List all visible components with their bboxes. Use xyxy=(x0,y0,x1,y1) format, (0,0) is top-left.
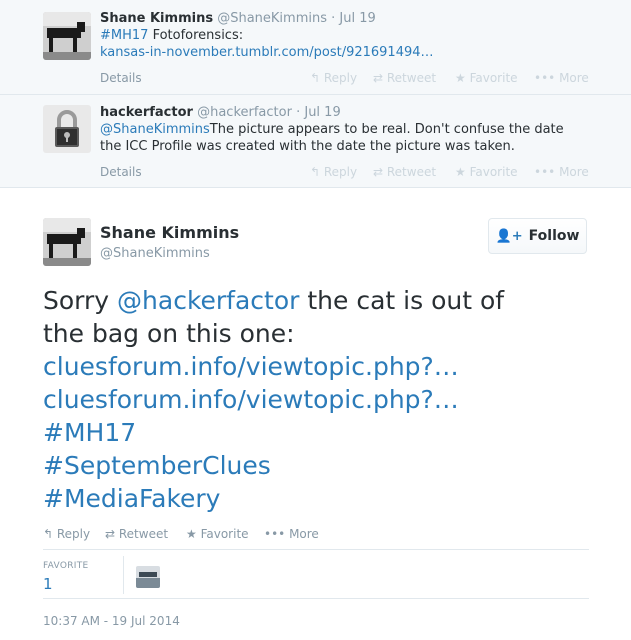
favoriter-avatar[interactable] xyxy=(136,566,160,588)
follow-label: Follow xyxy=(528,228,580,244)
reply-tweet[interactable]: hackerfactor @hackerfactor · Jul 19 @Sha… xyxy=(0,95,631,188)
author-name[interactable]: hackerfactor xyxy=(100,105,193,120)
url-link[interactable]: kansas-in-november.tumblr.com/post/92169… xyxy=(100,45,434,60)
hashtag-link[interactable]: #SeptemberClues xyxy=(43,451,271,480)
hashtag-link[interactable]: #MH17 xyxy=(100,28,148,43)
reply-button[interactable]: ↰ Reply xyxy=(43,527,90,541)
tweet-text: The picture appears to be real. Don't co… xyxy=(209,122,564,137)
more-icon: ••• xyxy=(534,71,560,85)
star-icon: ★ xyxy=(186,527,201,541)
hashtag-link[interactable]: #MediaFakery xyxy=(43,484,220,513)
tweet-text: Sorry @hackerfactor the cat is out of th… xyxy=(43,284,603,515)
follow-button[interactable]: 👤+ Follow xyxy=(488,218,587,254)
star-icon: ★ xyxy=(455,71,470,85)
reply-icon: ↰ xyxy=(43,527,57,541)
tweet-text-segment: the cat is out of xyxy=(299,286,505,315)
author-handle[interactable]: @ShaneKimmins xyxy=(217,11,327,26)
details-link[interactable]: Details xyxy=(100,71,142,85)
avatar[interactable] xyxy=(43,12,91,60)
more-icon: ••• xyxy=(264,527,290,541)
author-name[interactable]: Shane Kimmins xyxy=(100,223,239,242)
tweet-text-segment: Sorry xyxy=(43,286,118,315)
retweet-icon: ⇄ xyxy=(105,527,119,541)
mention-link[interactable]: @ShaneKimmins xyxy=(100,122,210,137)
reply-icon: ↰ xyxy=(310,71,324,85)
tweet-text: Fotoforensics: xyxy=(148,28,244,43)
tweet-date[interactable]: · Jul 19 xyxy=(331,11,376,26)
favorite-button[interactable]: ★ Favorite xyxy=(186,527,249,541)
more-button[interactable]: ••• More xyxy=(534,71,589,85)
hashtag-link[interactable]: #MH17 xyxy=(43,418,136,447)
author-handle[interactable]: @ShaneKimmins xyxy=(100,246,210,261)
retweet-button[interactable]: ⇄ Retweet xyxy=(373,165,436,179)
author-name[interactable]: Shane Kimmins xyxy=(100,11,213,26)
retweet-icon: ⇄ xyxy=(373,71,387,85)
tweet-panel: Shane Kimmins @ShaneKimmins · Jul 19 #MH… xyxy=(0,0,631,640)
main-tweet: Shane Kimmins @ShaneKimmins 👤+ Follow So… xyxy=(0,188,631,640)
url-link[interactable]: cluesforum.info/viewtopic.php?… xyxy=(43,352,459,381)
tweet-timestamp[interactable]: 10:37 AM - 19 Jul 2014 xyxy=(43,614,180,628)
avatar[interactable] xyxy=(43,105,91,153)
star-icon: ★ xyxy=(455,165,470,179)
reply-button[interactable]: ↰ Reply xyxy=(310,165,357,179)
tweet-stats: FAVORITE 1 xyxy=(43,549,589,599)
favorite-button[interactable]: ★ Favorite xyxy=(455,71,518,85)
retweet-button[interactable]: ⇄ Retweet xyxy=(105,527,168,541)
retweet-icon: ⇄ xyxy=(373,165,387,179)
favorite-stat-label: FAVORITE xyxy=(43,561,89,571)
reply-button[interactable]: ↰ Reply xyxy=(310,71,357,85)
retweet-button[interactable]: ⇄ Retweet xyxy=(373,71,436,85)
favorite-button[interactable]: ★ Favorite xyxy=(455,165,518,179)
author-handle[interactable]: @hackerfactor xyxy=(197,105,292,120)
more-button[interactable]: ••• More xyxy=(264,527,319,541)
favorite-count[interactable]: 1 xyxy=(43,575,53,593)
mention-link[interactable]: @hackerfactor xyxy=(117,286,299,315)
add-user-icon: 👤+ xyxy=(495,228,523,244)
reply-tweet[interactable]: Shane Kimmins @ShaneKimmins · Jul 19 #MH… xyxy=(0,0,631,95)
more-button[interactable]: ••• More xyxy=(534,165,589,179)
avatar[interactable] xyxy=(43,218,91,266)
details-link[interactable]: Details xyxy=(100,165,142,179)
more-icon: ••• xyxy=(534,165,560,179)
tweet-date[interactable]: · Jul 19 xyxy=(296,105,341,120)
reply-icon: ↰ xyxy=(310,165,324,179)
tweet-text: the ICC Profile was created with the dat… xyxy=(100,139,515,154)
url-link[interactable]: cluesforum.info/viewtopic.php?… xyxy=(43,385,459,414)
tweet-text-segment: the bag on this one: xyxy=(43,319,295,348)
divider xyxy=(123,556,124,594)
